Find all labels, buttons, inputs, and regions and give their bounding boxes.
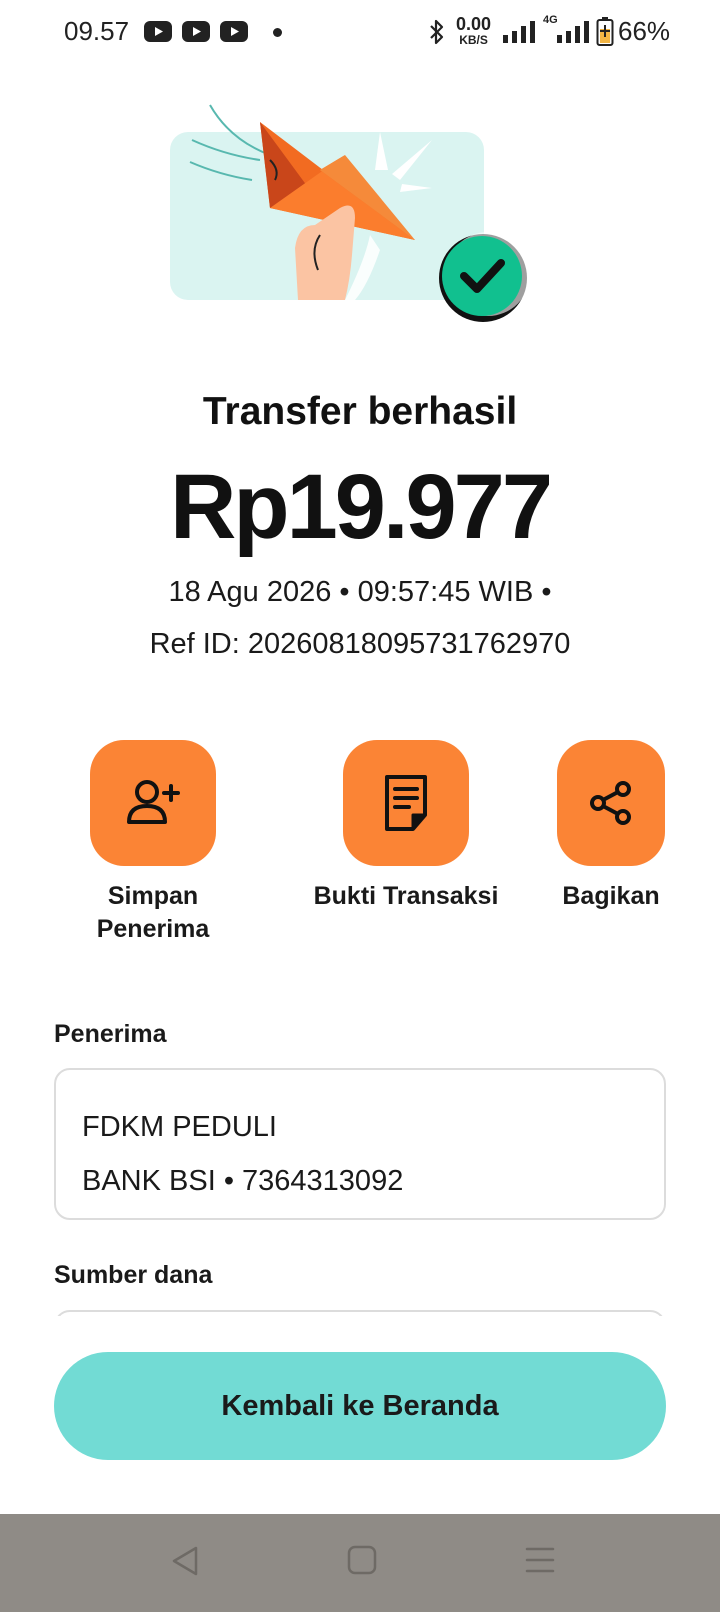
transfer-status-title: Transfer berhasil <box>202 390 518 433</box>
recipient-name: FDKM PEDULI <box>82 1111 277 1143</box>
status-bar: 09.57 0.00 KB/S 4G 66% <box>0 0 720 66</box>
system-nav-bar <box>0 1514 720 1612</box>
success-illustration <box>170 104 530 322</box>
transfer-amount: Rp19.977 <box>169 456 553 558</box>
receipt-icon <box>385 775 427 831</box>
home-icon[interactable] <box>346 1544 378 1576</box>
share-button[interactable] <box>557 740 665 866</box>
save-recipient-label: Simpan Penerima <box>96 882 210 943</box>
source-section-label: Sumber dana <box>54 1261 213 1289</box>
share-action[interactable]: Bagikan <box>556 740 666 913</box>
share-label: Bagikan <box>562 882 660 910</box>
youtube-icon <box>220 21 248 42</box>
transfer-datetime: 18 Agu 2026 • 09:57:45 WIB • <box>168 576 552 608</box>
menu-icon[interactable] <box>524 1544 556 1576</box>
youtube-icon <box>144 21 172 42</box>
transfer-ref-id: Ref ID: 20260818095731762970 <box>149 628 571 660</box>
wifi-signal-icon <box>503 21 535 43</box>
transaction-receipt-label: Bukti Transaksi <box>313 882 499 910</box>
bluetooth-icon <box>430 19 444 45</box>
save-recipient-button[interactable] <box>90 740 216 866</box>
cell-signal-icon <box>557 21 589 43</box>
add-person-icon <box>127 780 180 824</box>
more-notifications-dot <box>273 28 282 37</box>
back-icon[interactable] <box>170 1544 200 1578</box>
save-recipient-action[interactable]: Simpan Penerima <box>70 740 236 946</box>
bottom-action-panel: Kembali ke Beranda <box>0 1316 720 1514</box>
battery-percentage: 66% <box>618 16 671 46</box>
recipient-bank-account: BANK BSI • 7364313092 <box>82 1165 404 1197</box>
transaction-receipt-action[interactable]: Bukti Transaksi <box>306 740 506 913</box>
back-to-home-button[interactable]: Kembali ke Beranda <box>54 1352 666 1460</box>
transaction-receipt-button[interactable] <box>343 740 469 866</box>
recipient-section-label: Penerima <box>54 1020 167 1048</box>
battery-icon <box>596 17 614 46</box>
share-icon <box>590 781 631 825</box>
recipient-card: FDKM PEDULI BANK BSI • 7364313092 <box>54 1068 666 1220</box>
network-speed: 0.00 KB/S <box>456 14 492 47</box>
status-time: 09.57 <box>64 16 130 46</box>
youtube-icon <box>182 21 210 42</box>
